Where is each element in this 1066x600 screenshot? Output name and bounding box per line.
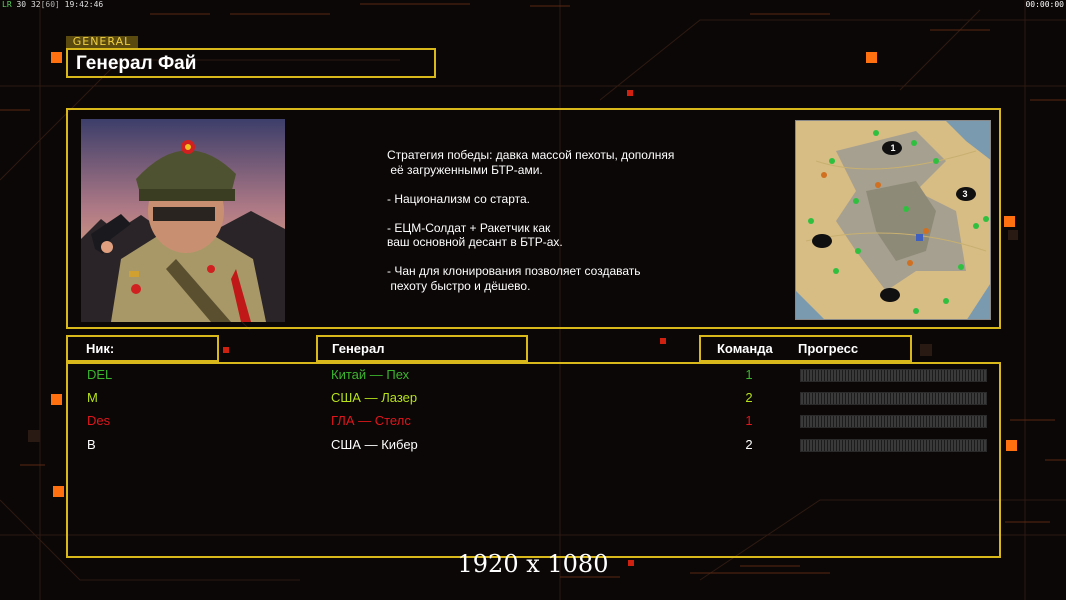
column-header-general: Генерал: [316, 335, 528, 362]
player-team: 1: [745, 367, 753, 382]
general-portrait: [81, 119, 285, 322]
general-name: Генерал Фай: [76, 53, 197, 74]
player-general: США — Кибер: [331, 437, 418, 452]
minimap-marker-3: 3: [962, 189, 967, 199]
player-team: 2: [745, 390, 753, 405]
player-row: Des ГЛА — Стелс 1: [68, 410, 999, 432]
player-team: 2: [745, 437, 753, 452]
column-header-nick: Ник:: [66, 335, 219, 362]
strategy-description: Стратегия победы: давка массой пехоты, д…: [387, 148, 675, 293]
progress-bar: [800, 392, 987, 405]
player-list: DEL Китай — Пех 1 M США — Лазер 2 Des ГЛ…: [66, 362, 1001, 558]
fps-value-2: 32: [30, 0, 41, 9]
player-nick: DEL: [87, 367, 113, 382]
lr-label: LR: [2, 0, 12, 9]
column-header-team-progress: Команда Прогресс: [699, 335, 912, 362]
minimap: 1 3: [795, 120, 991, 320]
status-bar: LR 30 32[60] 19:42:46 00:00:00: [0, 0, 1066, 10]
game-timer: 00:00:00: [1025, 0, 1064, 9]
player-general: ГЛА — Стелс: [331, 413, 411, 428]
fps-readout: LR 30 32[60] 19:42:46: [2, 0, 103, 10]
header-progress-label: Прогресс: [798, 341, 859, 356]
resolution-watermark: 1920 x 1080: [457, 550, 609, 578]
section-tag: GENERAL: [66, 36, 138, 49]
player-nick: Des: [87, 413, 111, 428]
minimap-marker-1: 1: [890, 143, 895, 153]
player-general: США — Лазер: [331, 390, 418, 405]
fps-value: 30: [16, 0, 27, 9]
clock: 19:42:46: [64, 0, 104, 9]
fps-cap: [60]: [40, 0, 60, 9]
player-row: DEL Китай — Пех 1: [68, 364, 999, 386]
progress-bar: [800, 369, 987, 382]
title-box: Генерал Фай: [66, 48, 436, 78]
header-nick-label: Ник:: [86, 341, 115, 356]
header-general-label: Генерал: [332, 341, 385, 356]
progress-bar: [800, 415, 987, 428]
player-row: M США — Лазер 2: [68, 387, 999, 409]
player-row: B США — Кибер 2: [68, 434, 999, 456]
player-nick: M: [87, 390, 98, 405]
general-info-panel: Стратегия победы: давка массой пехоты, д…: [66, 108, 1001, 329]
player-nick: B: [87, 437, 96, 452]
player-team: 1: [745, 413, 753, 428]
progress-bar: [800, 439, 987, 452]
header-team-label: Команда: [717, 341, 773, 356]
player-general: Китай — Пех: [331, 367, 410, 382]
